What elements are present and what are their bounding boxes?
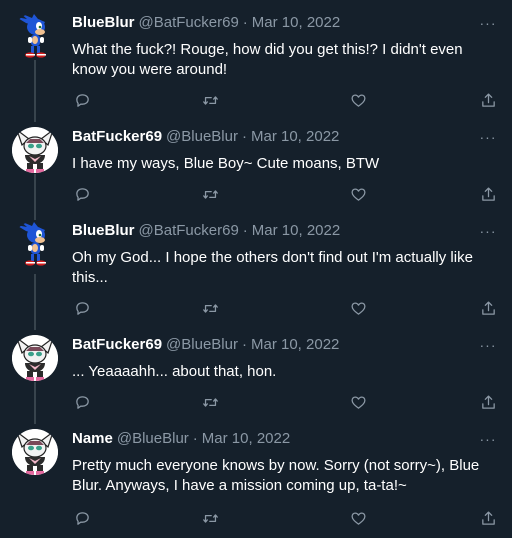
handle[interactable]: @BlueBlur	[166, 127, 238, 147]
display-name[interactable]: BlueBlur	[72, 13, 135, 33]
separator: ·	[192, 430, 198, 447]
share-icon[interactable]	[478, 184, 498, 204]
avatar[interactable]	[12, 429, 58, 475]
tweet-actions	[0, 298, 512, 318]
timestamp[interactable]: Mar 10, 2022	[252, 13, 340, 33]
tweet-text: Oh my God... I hope the others don't fin…	[72, 249, 473, 286]
separator: ·	[241, 128, 247, 145]
tweet-text: ... Yeaaaahh... about that, hon.	[72, 363, 277, 380]
tweet[interactable]: BatFucker69 @BlueBlur · Mar 10, 2022 ···…	[0, 127, 512, 207]
retweet-icon[interactable]	[200, 90, 220, 110]
tweet-actions	[0, 508, 512, 528]
handle[interactable]: @BlueBlur	[117, 429, 189, 449]
tweet-header: BlueBlur @BatFucker69 · Mar 10, 2022	[72, 13, 340, 33]
handle[interactable]: @BlueBlur	[166, 335, 238, 355]
reply-icon[interactable]	[72, 392, 92, 412]
tweet-header: BlueBlur @BatFucker69 · Mar 10, 2022	[72, 221, 340, 241]
timestamp[interactable]: Mar 10, 2022	[252, 221, 340, 241]
tweet-header: BatFucker69 @BlueBlur · Mar 10, 2022	[72, 127, 339, 147]
tweet-actions	[0, 184, 512, 204]
display-name[interactable]: Name	[72, 429, 113, 449]
retweet-icon[interactable]	[200, 298, 220, 318]
share-icon[interactable]	[478, 508, 498, 528]
more-options-icon[interactable]: ···	[476, 127, 500, 147]
more-options-icon[interactable]: ···	[476, 335, 500, 355]
separator: ·	[242, 14, 248, 31]
tweet-text: What the fuck?! Rouge, how did you get t…	[72, 41, 463, 78]
reply-icon[interactable]	[72, 298, 92, 318]
avatar[interactable]	[12, 335, 58, 381]
display-name[interactable]: BlueBlur	[72, 221, 135, 241]
reply-icon[interactable]	[72, 508, 92, 528]
more-options-icon[interactable]: ···	[476, 13, 500, 33]
display-name[interactable]: BatFucker69	[72, 335, 162, 355]
tweet-thread: BlueBlur @BatFucker69 · Mar 10, 2022 ···…	[0, 0, 512, 538]
retweet-icon[interactable]	[200, 184, 220, 204]
like-icon[interactable]	[348, 508, 368, 528]
handle[interactable]: @BatFucker69	[139, 221, 239, 241]
handle[interactable]: @BatFucker69	[139, 13, 239, 33]
reply-icon[interactable]	[72, 90, 92, 110]
more-options-icon[interactable]: ···	[476, 429, 500, 449]
reply-icon[interactable]	[72, 184, 92, 204]
tweet[interactable]: BlueBlur @BatFucker69 · Mar 10, 2022 ···…	[0, 13, 512, 113]
share-icon[interactable]	[478, 298, 498, 318]
avatar[interactable]	[12, 13, 58, 59]
retweet-icon[interactable]	[200, 392, 220, 412]
like-icon[interactable]	[348, 298, 368, 318]
tweet-actions	[0, 392, 512, 412]
tweet[interactable]: Name @BlueBlur · Mar 10, 2022 ··· Pretty…	[0, 429, 512, 529]
separator: ·	[241, 336, 247, 353]
timestamp[interactable]: Mar 10, 2022	[251, 127, 339, 147]
tweet-header: Name @BlueBlur · Mar 10, 2022	[72, 429, 290, 449]
avatar[interactable]	[12, 127, 58, 173]
timestamp[interactable]: Mar 10, 2022	[202, 429, 290, 449]
tweet-header: BatFucker69 @BlueBlur · Mar 10, 2022	[72, 335, 339, 355]
share-icon[interactable]	[478, 90, 498, 110]
tweet-actions	[0, 90, 512, 110]
tweet-text: I have my ways, Blue Boy~ Cute moans, BT…	[72, 155, 380, 172]
display-name[interactable]: BatFucker69	[72, 127, 162, 147]
tweet[interactable]: BatFucker69 @BlueBlur · Mar 10, 2022 ···…	[0, 335, 512, 415]
like-icon[interactable]	[348, 392, 368, 412]
more-options-icon[interactable]: ···	[476, 221, 500, 241]
share-icon[interactable]	[478, 392, 498, 412]
separator: ·	[242, 222, 248, 239]
like-icon[interactable]	[348, 90, 368, 110]
like-icon[interactable]	[348, 184, 368, 204]
tweet[interactable]: BlueBlur @BatFucker69 · Mar 10, 2022 ···…	[0, 221, 512, 321]
tweet-text: Pretty much everyone knows by now. Sorry…	[72, 457, 480, 494]
retweet-icon[interactable]	[200, 508, 220, 528]
timestamp[interactable]: Mar 10, 2022	[251, 335, 339, 355]
avatar[interactable]	[12, 221, 58, 267]
